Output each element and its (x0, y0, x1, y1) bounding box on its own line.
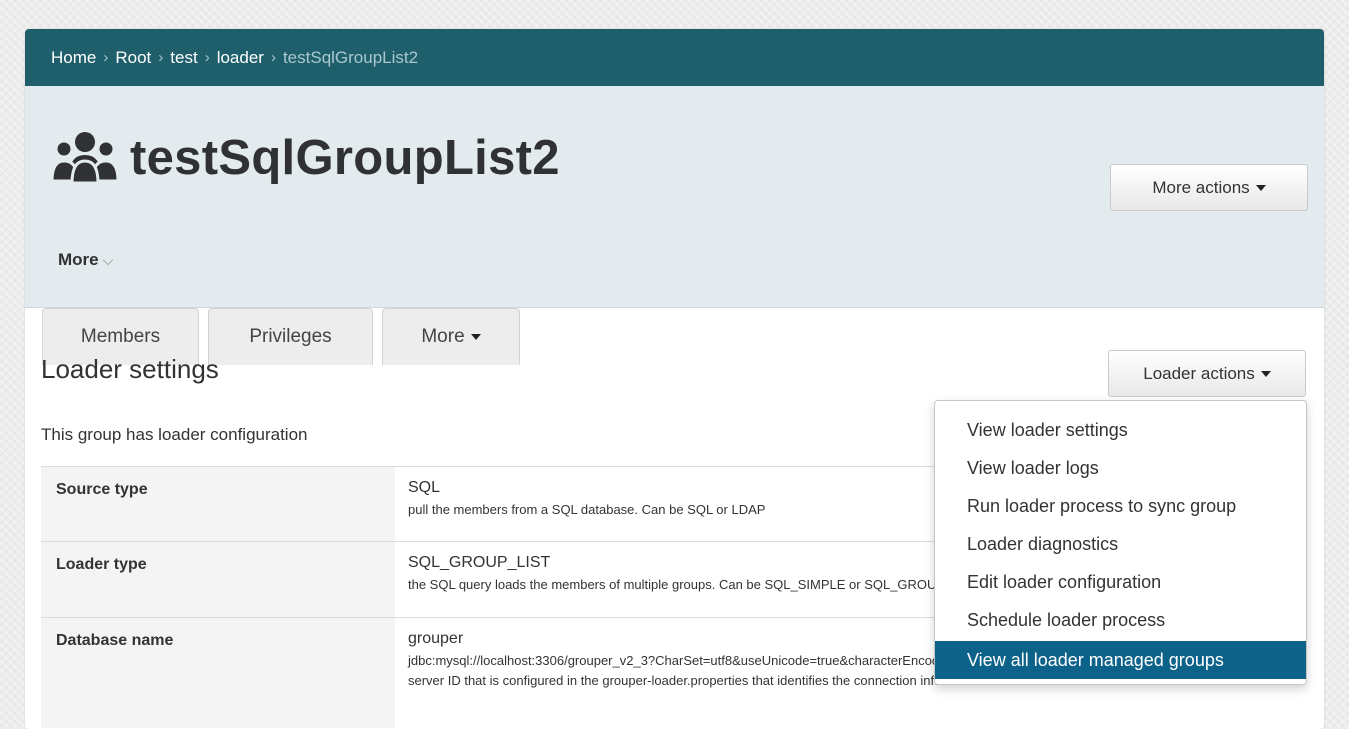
caret-down-icon (1255, 184, 1266, 191)
group-header: testSqlGroupList2 More actions More ⌵ Mem… (25, 86, 1324, 365)
tab-more[interactable]: More (382, 308, 520, 365)
breadcrumb-separator: › (270, 49, 276, 66)
loader-actions-menu: View loader settings View loader logs Ru… (934, 400, 1307, 685)
breadcrumb-root[interactable]: Root (115, 48, 151, 68)
menu-item-schedule-loader-process[interactable]: Schedule loader process (935, 601, 1306, 639)
loader-config-note: This group has loader configuration (41, 425, 308, 444)
menu-item-view-all-loader-managed-groups[interactable]: View all loader managed groups (935, 641, 1306, 679)
breadcrumb-separator: › (103, 49, 109, 66)
more-toggle[interactable]: More ⌵ (58, 250, 113, 270)
breadcrumb-loader[interactable]: loader (217, 48, 264, 68)
setting-key: Source type (41, 466, 395, 542)
setting-key: Database name (41, 617, 395, 728)
group-icon (52, 132, 118, 185)
menu-item-loader-diagnostics[interactable]: Loader diagnostics (935, 525, 1306, 563)
more-toggle-label: More (58, 250, 99, 269)
loader-actions-label: Loader actions (1143, 363, 1255, 383)
breadcrumb-test[interactable]: test (170, 48, 197, 68)
section-title: Loader settings (41, 354, 219, 384)
breadcrumb-separator: › (204, 49, 210, 66)
menu-item-edit-loader-configuration[interactable]: Edit loader configuration (935, 563, 1306, 601)
menu-item-view-loader-logs[interactable]: View loader logs (935, 449, 1306, 487)
tab-privileges[interactable]: Privileges (208, 308, 373, 365)
caret-down-icon (470, 334, 481, 340)
caret-down-icon (1260, 370, 1271, 377)
more-actions-button[interactable]: More actions (1110, 164, 1308, 211)
chevron-down-icon: ⌵ (102, 252, 114, 268)
loader-actions-button[interactable]: Loader actions (1108, 350, 1306, 397)
page-title: testSqlGroupList2 (52, 130, 560, 186)
group-title: testSqlGroupList2 (130, 131, 560, 185)
more-actions-label: More actions (1152, 177, 1250, 197)
setting-key: Loader type (41, 541, 395, 618)
tab-privileges-label: Privileges (249, 326, 332, 347)
tab-members-label: Members (80, 326, 161, 347)
breadcrumb-home[interactable]: Home (51, 48, 96, 68)
menu-item-view-loader-settings[interactable]: View loader settings (935, 411, 1306, 449)
menu-item-run-loader-process[interactable]: Run loader process to sync group (935, 487, 1306, 525)
breadcrumb: Home › Root › test › loader › testSqlGro… (25, 29, 1324, 86)
breadcrumb-current: testSqlGroupList2 (282, 47, 419, 67)
tab-more-label: More (421, 326, 465, 347)
breadcrumb-separator: › (158, 49, 164, 66)
